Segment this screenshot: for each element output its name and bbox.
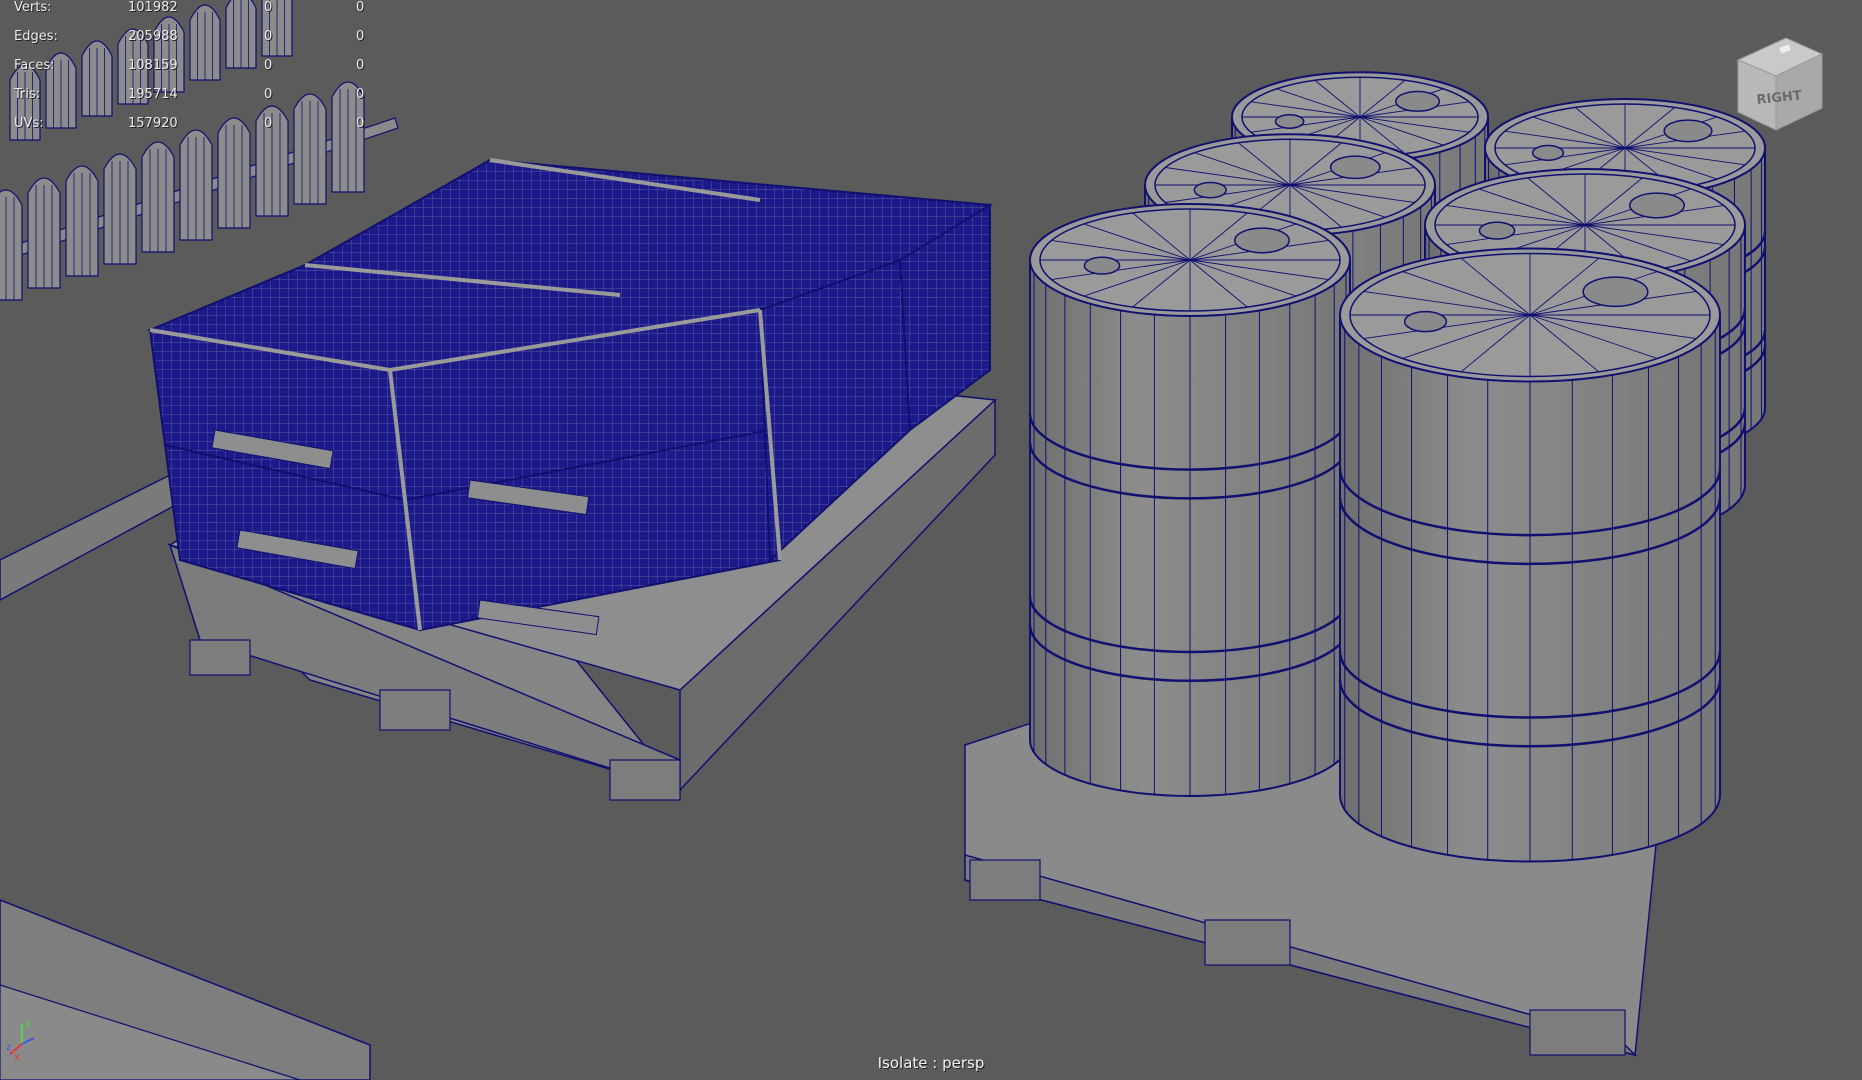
hud-components-uvs: 0 — [356, 116, 365, 131]
viewcube[interactable]: RIGHT — [1730, 34, 1830, 134]
axis-y-label: y — [25, 1018, 31, 1029]
hud-components-faces: 0 — [356, 58, 365, 73]
barrel-pallet[interactable] — [964, 71, 1767, 1057]
bottle[interactable] — [103, 153, 137, 265]
hud-selected-faces: 0 — [264, 58, 273, 73]
barrel-group[interactable] — [1028, 71, 1767, 863]
hud-total-verts: 101982 — [128, 0, 178, 15]
hud-label-faces: Faces: — [14, 58, 55, 73]
bottle[interactable] — [0, 189, 23, 301]
hud-selected-tris: 0 — [264, 87, 273, 102]
axis-gizmo: y z x — [6, 1018, 35, 1060]
hud-label-edges: Edges: — [14, 29, 58, 44]
crate-pallet[interactable] — [146, 158, 997, 801]
maya-perspective-viewport[interactable]: Verts: 101982 0 0 Edges: 205988 0 0 Face… — [0, 0, 1862, 1080]
bottle[interactable] — [81, 40, 113, 117]
hud-total-edges: 205988 — [128, 29, 178, 44]
hud-total-faces: 108159 — [128, 58, 178, 73]
axis-z-label: z — [6, 1042, 11, 1053]
hud-selected-uvs: 0 — [264, 116, 273, 131]
hud-total-tris: 195714 — [128, 87, 178, 102]
hud-label-tris: Tris: — [14, 87, 41, 102]
scene-geometry[interactable] — [0, 0, 1862, 1080]
barrel[interactable] — [1028, 203, 1352, 797]
hud-total-uvs: 157920 — [128, 116, 178, 131]
floor-plank[interactable] — [0, 899, 371, 1080]
bottle[interactable] — [189, 4, 221, 81]
hud-selected-edges: 0 — [264, 29, 273, 44]
bottle[interactable] — [225, 0, 257, 69]
bottle[interactable] — [179, 129, 213, 241]
bottle[interactable] — [141, 141, 175, 253]
bottle[interactable] — [293, 93, 327, 205]
hud-label-uvs: UVs: — [14, 116, 44, 131]
bottle[interactable] — [217, 117, 251, 229]
hud-components-verts: 0 — [356, 0, 365, 15]
bottle[interactable] — [27, 177, 61, 289]
hud-label-verts: Verts: — [14, 0, 52, 15]
hud-components-tris: 0 — [356, 87, 365, 102]
hud-selected-verts: 0 — [264, 0, 273, 15]
hud-components-edges: 0 — [356, 29, 365, 44]
barrel[interactable] — [1338, 247, 1722, 863]
bottle-row[interactable] — [0, 0, 365, 301]
bottle[interactable] — [65, 165, 99, 277]
camera-label: Isolate : persp — [877, 1054, 985, 1072]
